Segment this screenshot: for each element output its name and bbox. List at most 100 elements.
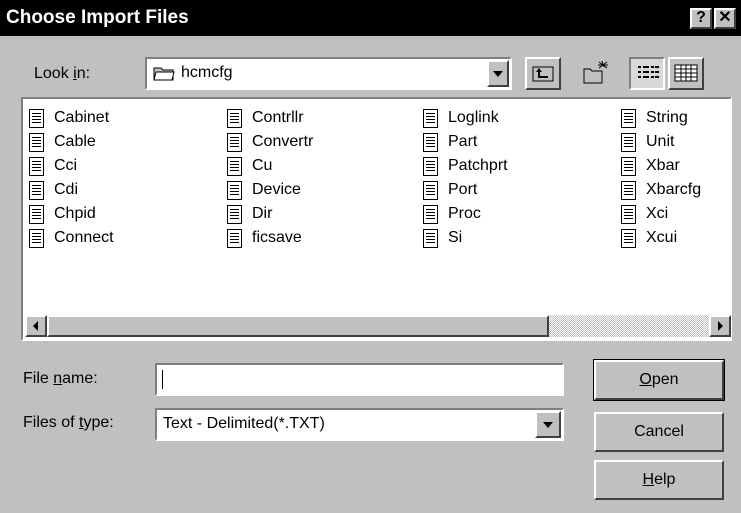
- file-item[interactable]: Si: [423, 227, 462, 249]
- file-item[interactable]: Port: [423, 179, 477, 201]
- text-file-icon: [621, 204, 636, 224]
- list-view-icon: [638, 66, 659, 78]
- file-item-label: Unit: [646, 133, 675, 150]
- file-item-label: Convertr: [252, 133, 314, 150]
- file-item[interactable]: Chpid: [29, 203, 96, 225]
- text-file-icon: [621, 108, 636, 128]
- file-item-label: Proc: [448, 205, 481, 222]
- folder-icon: [153, 67, 175, 81]
- file-item[interactable]: Cabinet: [29, 107, 109, 129]
- text-file-icon: [621, 180, 636, 200]
- look-in-combo[interactable]: hcmcfg: [145, 57, 512, 90]
- file-item-label: Cabinet: [54, 109, 110, 126]
- file-item[interactable]: Unit: [621, 131, 674, 153]
- file-item[interactable]: Contrllr: [227, 107, 304, 129]
- help-title-button[interactable]: ?: [690, 8, 712, 29]
- text-file-icon: [227, 132, 242, 152]
- scroll-left-button[interactable]: [25, 315, 47, 337]
- file-item[interactable]: Connect: [29, 227, 114, 249]
- file-item-label: Xci: [646, 205, 669, 222]
- file-item[interactable]: Cci: [29, 155, 77, 177]
- text-file-icon: [29, 108, 44, 128]
- text-file-icon: [423, 204, 438, 224]
- chevron-down-icon: [543, 422, 553, 428]
- file-type-value: Text - Delimited(*.TXT): [163, 415, 325, 432]
- text-file-icon: [423, 156, 438, 176]
- file-item-label: Si: [448, 229, 463, 246]
- new-folder-button[interactable]: [578, 57, 614, 90]
- file-item[interactable]: Cu: [227, 155, 272, 177]
- look-in-dropdown-button[interactable]: [487, 60, 509, 87]
- file-list[interactable]: Cabinet Cable Cci Cdi Chpid Connect Contrllr Co…: [21, 97, 732, 341]
- file-item-label: Loglink: [448, 109, 499, 126]
- text-file-icon: [621, 156, 636, 176]
- file-item[interactable]: Proc: [423, 203, 481, 225]
- file-item[interactable]: Patchprt: [423, 155, 508, 177]
- file-item-label: Contrllr: [252, 109, 304, 126]
- file-item-label: Port: [448, 181, 478, 198]
- file-item-label: Xcui: [646, 229, 678, 246]
- scroll-right-button[interactable]: [709, 315, 731, 337]
- file-item[interactable]: Xbarcfg: [621, 179, 701, 201]
- details-view-button[interactable]: [668, 57, 704, 90]
- look-in-label: Look in:: [34, 65, 91, 82]
- file-item-label: Cable: [54, 133, 96, 150]
- open-button[interactable]: Open: [593, 359, 725, 401]
- help-button[interactable]: Help: [594, 460, 724, 500]
- file-name-input[interactable]: [155, 363, 564, 396]
- file-item-label: Cci: [54, 157, 78, 174]
- file-item[interactable]: Loglink: [423, 107, 499, 129]
- text-file-icon: [29, 204, 44, 224]
- text-file-icon: [621, 228, 636, 248]
- scroll-thumb[interactable]: [47, 315, 549, 337]
- file-item-label: ficsave: [252, 229, 302, 246]
- file-item[interactable]: Device: [227, 179, 301, 201]
- title-bar: Choose Import Files ? ✕: [0, 0, 741, 36]
- horizontal-scrollbar[interactable]: [25, 315, 731, 337]
- file-item[interactable]: Dir: [227, 203, 272, 225]
- up-one-level-button[interactable]: [525, 57, 561, 90]
- file-item-label: Part: [448, 133, 478, 150]
- file-item-label: String: [646, 109, 688, 126]
- file-item[interactable]: Convertr: [227, 131, 313, 153]
- up-folder-icon: [532, 66, 554, 82]
- file-item[interactable]: Xcui: [621, 227, 677, 249]
- text-file-icon: [423, 228, 438, 248]
- text-file-icon: [29, 228, 44, 248]
- file-item-label: Dir: [252, 205, 273, 222]
- file-item-label: Connect: [54, 229, 114, 246]
- text-file-icon: [423, 132, 438, 152]
- text-file-icon: [423, 108, 438, 128]
- file-item-label: Xbar: [646, 157, 680, 174]
- text-file-icon: [423, 180, 438, 200]
- file-item-label: Xbarcfg: [646, 181, 702, 198]
- scroll-track-area[interactable]: [549, 315, 709, 337]
- cancel-button[interactable]: Cancel: [594, 412, 724, 452]
- text-file-icon: [227, 228, 242, 248]
- file-item[interactable]: Cable: [29, 131, 96, 153]
- file-item[interactable]: Xbar: [621, 155, 680, 177]
- chevron-down-icon: [493, 71, 503, 77]
- text-file-icon: [29, 156, 44, 176]
- file-item-label: Patchprt: [448, 157, 508, 174]
- text-file-icon: [29, 132, 44, 152]
- window-title: Choose Import Files: [6, 7, 189, 28]
- file-type-label: Files of type:: [23, 414, 114, 431]
- file-type-dropdown-button[interactable]: [535, 411, 561, 438]
- file-item[interactable]: Part: [423, 131, 477, 153]
- file-item-label: Cu: [252, 157, 273, 174]
- close-icon[interactable]: ✕: [714, 8, 736, 29]
- file-name-label: File name:: [23, 370, 98, 387]
- file-item[interactable]: String: [621, 107, 688, 129]
- file-type-select[interactable]: Text - Delimited(*.TXT): [155, 408, 564, 441]
- file-item-label: Chpid: [54, 205, 96, 222]
- file-item[interactable]: Xci: [621, 203, 668, 225]
- text-file-icon: [227, 108, 242, 128]
- text-file-icon: [227, 156, 242, 176]
- arrow-right-icon: [718, 321, 723, 331]
- text-file-icon: [227, 204, 242, 224]
- list-view-button[interactable]: [629, 57, 665, 90]
- text-caret: [162, 370, 163, 389]
- file-item[interactable]: ficsave: [227, 227, 302, 249]
- file-item[interactable]: Cdi: [29, 179, 78, 201]
